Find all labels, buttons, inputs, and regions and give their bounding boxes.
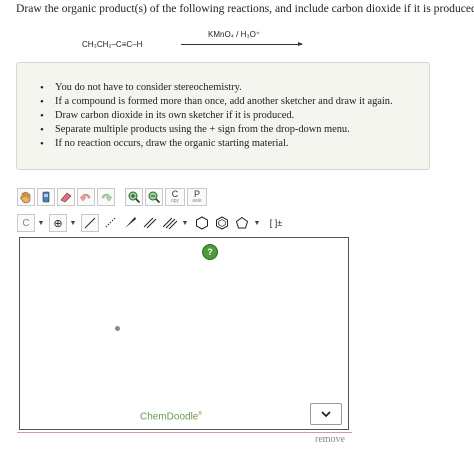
eraser-icon xyxy=(60,192,72,203)
hashed-bond-icon xyxy=(105,217,116,228)
instruction-item: If a compound is formed more than once, … xyxy=(40,95,393,109)
reaction-scheme: CH₃CH₂–C≡C–H KMnO₄ / H₃O⁺ xyxy=(0,30,474,63)
paste-label: aste xyxy=(192,197,202,204)
instruction-item: Draw carbon dioxide in its own sketcher … xyxy=(40,109,393,123)
benzene-icon xyxy=(216,216,228,230)
element-carbon-button[interactable]: C xyxy=(17,214,35,232)
hand-tool-button[interactable] xyxy=(17,188,35,206)
instructions-list: You do not have to consider stereochemis… xyxy=(40,81,393,151)
zoom-out-icon xyxy=(148,191,161,204)
zoom-out-button[interactable] xyxy=(145,188,163,206)
charge-dropdown[interactable]: ▼ xyxy=(69,214,77,232)
ring-dropdown[interactable]: ▼ xyxy=(253,214,261,232)
brand-text: ChemDoodle xyxy=(140,411,199,422)
element-dropdown[interactable]: ▼ xyxy=(37,214,45,232)
undo-button[interactable] xyxy=(77,188,95,206)
charge-plus-button[interactable]: ⊕ xyxy=(49,214,67,232)
question-text: Draw the organic product(s) of the follo… xyxy=(16,2,474,15)
sketcher-toolbar-top: C opy P aste xyxy=(17,185,209,209)
sketcher-toolbar-bottom: C ▼ ⊕ ▼ ▼ ▼ [ ]± xyxy=(17,211,289,235)
cyclopentane-button[interactable] xyxy=(233,214,251,232)
paste-button[interactable]: P aste xyxy=(187,188,207,206)
hand-icon xyxy=(20,191,31,204)
lasso-icon xyxy=(42,191,50,203)
drawing-canvas[interactable]: ? ChemDoodle® xyxy=(19,237,349,430)
lasso-tool-button[interactable] xyxy=(37,188,55,206)
instructions-panel: You do not have to consider stereochemis… xyxy=(16,62,430,170)
chevron-down-icon xyxy=(321,411,331,418)
bracket-charge-button[interactable]: [ ]± xyxy=(265,214,287,232)
remove-link[interactable]: remove xyxy=(315,434,345,445)
redo-button[interactable] xyxy=(97,188,115,206)
instruction-item: If no reaction occurs, draw the organic … xyxy=(40,137,393,151)
brand-mark: ® xyxy=(198,410,203,417)
sketcher-divider xyxy=(17,432,352,433)
single-bond-icon xyxy=(84,217,96,229)
copy-label: opy xyxy=(170,197,180,204)
chemdoodle-logo: ChemDoodle® xyxy=(140,411,202,422)
hashed-bond-button[interactable] xyxy=(101,214,119,232)
copy-button[interactable]: C opy xyxy=(165,188,185,206)
paste-letter: P xyxy=(193,188,200,199)
eraser-tool-button[interactable] xyxy=(57,188,75,206)
single-bond-button[interactable] xyxy=(81,214,99,232)
bond-dropdown[interactable]: ▼ xyxy=(181,214,189,232)
help-icon[interactable]: ? xyxy=(202,244,218,260)
reaction-arrow xyxy=(181,42,303,46)
copy-letter: C xyxy=(171,188,179,199)
product-separator-select[interactable] xyxy=(310,403,342,425)
benzene-button[interactable] xyxy=(213,214,231,232)
triple-bond-icon xyxy=(163,217,177,230)
reactant-formula: CH₃CH₂–C≡C–H xyxy=(82,40,143,49)
wedge-bond-icon xyxy=(125,217,136,228)
double-bond-icon xyxy=(143,217,157,229)
redo-icon xyxy=(101,193,113,202)
instruction-item: Separate multiple products using the + s… xyxy=(40,123,393,137)
wedge-bond-button[interactable] xyxy=(121,214,139,232)
cyclohexane-button[interactable] xyxy=(193,214,211,232)
pentagon-icon xyxy=(235,216,249,229)
chemdoodle-sketcher: C opy P aste C ▼ ⊕ ▼ ▼ ▼ []± ? ChemDood… xyxy=(17,185,351,432)
double-bond-button[interactable] xyxy=(141,214,159,232)
zoom-in-button[interactable] xyxy=(125,188,143,206)
instruction-item: You do not have to consider stereochemis… xyxy=(40,81,393,95)
canvas-dot xyxy=(115,326,120,331)
zoom-in-icon xyxy=(128,191,141,204)
hexagon-icon xyxy=(196,216,208,230)
undo-icon xyxy=(79,193,91,202)
reagent-label: KMnO₄ / H₃O⁺ xyxy=(208,30,261,39)
triple-bond-button[interactable] xyxy=(161,214,179,232)
